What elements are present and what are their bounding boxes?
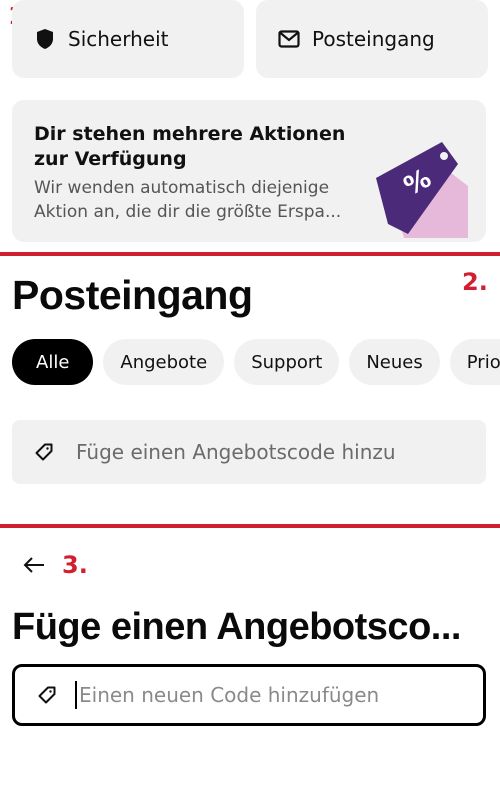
- add-code-page-title: Füge einen Angebotsco...: [12, 606, 461, 648]
- promo-title: Dir stehen mehrere Aktionen zur Verfügun…: [34, 123, 346, 170]
- promo-code-field[interactable]: [12, 664, 486, 726]
- add-promo-code-button[interactable]: Füge einen Angebotscode hinzu: [12, 420, 486, 484]
- promotions-card[interactable]: Dir stehen mehrere Aktionen zur Verfügun…: [12, 100, 486, 242]
- inbox-tile-label: Posteingang: [312, 27, 435, 51]
- section-divider-2: [0, 524, 500, 528]
- chip-offers[interactable]: Angebote: [103, 339, 225, 385]
- back-arrow-icon[interactable]: [22, 553, 46, 577]
- chip-news[interactable]: Neues: [349, 339, 440, 385]
- promo-description-line-2: Aktion an, die dir die größte Erspa...: [34, 202, 342, 222]
- inbox-tile[interactable]: Posteingang: [256, 0, 488, 78]
- envelope-icon: [278, 28, 300, 50]
- security-tile[interactable]: Sicherheit: [12, 0, 244, 78]
- add-promo-code-label: Füge einen Angebotscode hinzu: [76, 440, 396, 464]
- section-divider-1: [0, 252, 500, 256]
- shield-icon: [34, 28, 56, 50]
- chip-support[interactable]: Support: [234, 339, 340, 385]
- discount-tag-illustration: %: [372, 138, 472, 242]
- tag-icon: [37, 684, 59, 706]
- tag-icon: [34, 441, 56, 463]
- step-number-2: 2.: [462, 268, 488, 296]
- step-number-3: 3.: [62, 551, 88, 579]
- promo-description-line-1: Wir wenden automatisch diejenige: [34, 178, 330, 198]
- chip-all[interactable]: Alle: [12, 339, 94, 385]
- security-tile-label: Sicherheit: [68, 27, 169, 51]
- chip-priority[interactable]: Prior: [449, 339, 500, 385]
- promo-description: Wir wenden automatisch diejenige Aktion …: [34, 176, 354, 224]
- text-cursor: [75, 681, 77, 709]
- filter-chips: Alle Angebote Support Neues Prior: [12, 339, 500, 385]
- promo-code-input[interactable]: [79, 683, 459, 707]
- inbox-page-title: Posteingang: [12, 272, 253, 318]
